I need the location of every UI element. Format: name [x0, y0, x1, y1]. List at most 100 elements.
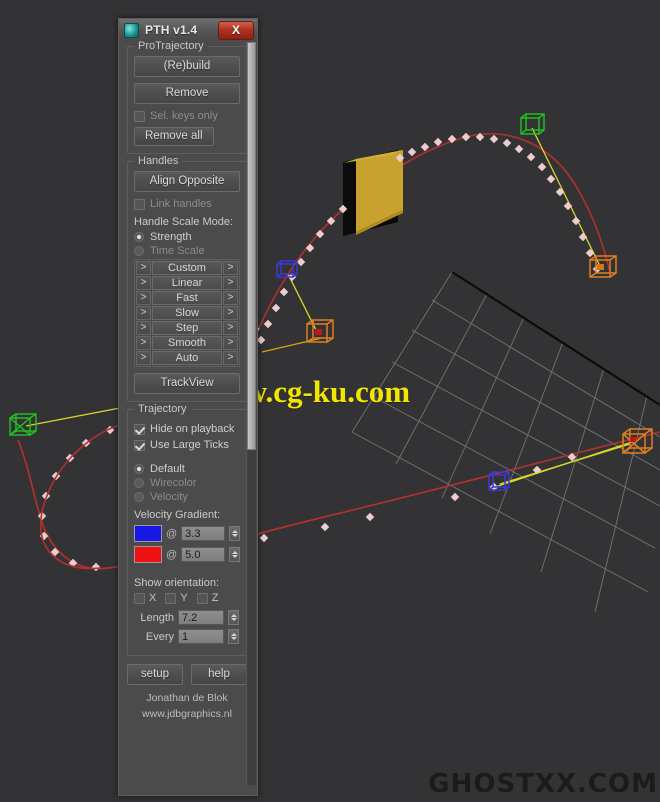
- watermark-bottom: GHOSTXX.COM: [428, 769, 658, 799]
- velocity-gradient-label: Velocity Gradient:: [134, 509, 221, 521]
- handle-line-lower-right: [497, 441, 633, 487]
- preset-left-arrow-icon[interactable]: >: [136, 291, 151, 305]
- align-opposite-button[interactable]: Align Opposite: [134, 171, 240, 192]
- handle-center-marker-left: [315, 329, 322, 335]
- pth-dialog-window: PTH v1.4 X ProTrajectory (Re)build Remov…: [118, 18, 258, 796]
- preset-left-arrow-icon[interactable]: >: [136, 276, 151, 290]
- orientation-axes-row: X Y Z: [134, 592, 240, 604]
- axis-y-checkbox[interactable]: [165, 592, 177, 604]
- handle-line-left: [261, 337, 323, 353]
- preset-right-arrow-icon[interactable]: >: [223, 306, 238, 320]
- preset-custom[interactable]: Custom: [152, 261, 222, 275]
- preset-auto[interactable]: Auto: [152, 351, 222, 365]
- trackview-button[interactable]: TrackView: [134, 373, 240, 394]
- color-mode-velocity-radio[interactable]: [134, 492, 144, 502]
- preset-linear[interactable]: Linear: [152, 276, 222, 290]
- trajectory-lower: [17, 431, 660, 570]
- remove-button[interactable]: Remove: [134, 83, 240, 104]
- preset-right-arrow-icon[interactable]: >: [223, 261, 238, 275]
- author-website[interactable]: www.jdbgraphics.nl: [127, 707, 247, 721]
- axis-x-label: X: [149, 592, 157, 604]
- handle-box-blue: [276, 260, 298, 278]
- handle-center-marker-right: [597, 264, 604, 270]
- sel-keys-only-checkbox[interactable]: [134, 110, 145, 122]
- preset-right-arrow-icon[interactable]: >: [223, 291, 238, 305]
- preset-left-arrow-icon[interactable]: >: [136, 261, 151, 275]
- preset-row: > Auto >: [136, 351, 238, 365]
- remove-all-button[interactable]: Remove all: [134, 127, 214, 146]
- rebuild-button[interactable]: (Re)build: [134, 56, 240, 77]
- every-input[interactable]: 1: [178, 629, 224, 644]
- protrajectory-group-label: ProTrajectory: [134, 40, 208, 52]
- footer-buttons: setup help: [127, 664, 247, 685]
- every-row: Every 1: [134, 629, 240, 644]
- trajectory-loop: [39, 423, 123, 570]
- preset-step[interactable]: Step: [152, 321, 222, 335]
- handle-scale-mode-label: Handle Scale Mode:: [134, 216, 234, 228]
- preset-right-arrow-icon[interactable]: >: [223, 351, 238, 365]
- color-mode-default-row[interactable]: Default: [134, 463, 240, 475]
- preset-left-arrow-icon[interactable]: >: [136, 306, 151, 320]
- scale-mode-timescale-radio[interactable]: [134, 246, 144, 256]
- gradient-value-input-2[interactable]: 5.0: [181, 547, 225, 562]
- link-handles-checkbox[interactable]: [134, 198, 145, 210]
- scale-mode-strength-radio[interactable]: [134, 232, 144, 242]
- use-large-ticks-checkbox[interactable]: [134, 439, 145, 451]
- gradient-spinner-1[interactable]: [229, 526, 240, 541]
- curve-preset-grid: > Custom > > Linear > > Fast > > Slow > …: [134, 259, 240, 367]
- preset-fast[interactable]: Fast: [152, 291, 222, 305]
- gold-box-object: [343, 150, 403, 236]
- color-mode-wirecolor-label: Wirecolor: [150, 477, 197, 489]
- preset-right-arrow-icon[interactable]: >: [223, 321, 238, 335]
- 3d-viewport[interactable]: www.cg-ku.com GHOSTXX.COM: [0, 0, 660, 802]
- scale-mode-timescale-row[interactable]: Time Scale: [134, 245, 240, 257]
- every-spinner[interactable]: [228, 629, 239, 644]
- use-large-ticks-row[interactable]: Use Large Ticks: [134, 439, 240, 451]
- grid-axis-line: [451, 271, 660, 406]
- gradient-stop-row-2: @ 5.0: [134, 546, 240, 563]
- gradient-spinner-2[interactable]: [229, 547, 240, 562]
- axis-z-checkbox[interactable]: [196, 592, 208, 604]
- preset-left-arrow-icon[interactable]: >: [136, 351, 151, 365]
- gradient-color-swatch-blue[interactable]: [134, 525, 162, 542]
- protrajectory-group: ProTrajectory (Re)build Remove Sel. keys…: [127, 40, 247, 154]
- handle-box-blue-lower: [488, 471, 510, 491]
- preset-row: > Linear >: [136, 276, 238, 290]
- length-input[interactable]: 7.2: [178, 610, 224, 625]
- handle-box-green: [520, 113, 545, 135]
- color-mode-velocity-row[interactable]: Velocity: [134, 491, 240, 503]
- gradient-color-swatch-red[interactable]: [134, 546, 162, 563]
- scrollbar-thumb[interactable]: [247, 42, 256, 450]
- length-label: Length: [140, 611, 174, 624]
- link-handles-label: Link handles: [150, 198, 212, 210]
- preset-left-arrow-icon[interactable]: >: [136, 336, 151, 350]
- sel-keys-only-row[interactable]: Sel. keys only: [134, 110, 240, 122]
- close-icon[interactable]: X: [218, 20, 254, 40]
- color-mode-default-label: Default: [150, 463, 185, 475]
- axis-x-checkbox[interactable]: [134, 592, 145, 604]
- color-mode-wirecolor-row[interactable]: Wirecolor: [134, 477, 240, 489]
- link-handles-row[interactable]: Link handles: [134, 198, 240, 210]
- trajectory-group: Trajectory Hide on playback Use Large Ti…: [127, 403, 247, 656]
- author-name: Jonathan de Blok: [146, 692, 228, 704]
- preset-slow[interactable]: Slow: [152, 306, 222, 320]
- preset-left-arrow-icon[interactable]: >: [136, 321, 151, 335]
- sel-keys-only-label: Sel. keys only: [150, 110, 218, 122]
- setup-button[interactable]: setup: [127, 664, 183, 685]
- dialog-scrollbar[interactable]: [246, 42, 256, 785]
- dialog-titlebar[interactable]: PTH v1.4 X: [119, 19, 257, 42]
- help-button[interactable]: help: [191, 664, 247, 685]
- preset-right-arrow-icon[interactable]: >: [223, 336, 238, 350]
- trajectory-group-label: Trajectory: [134, 403, 191, 415]
- scale-mode-strength-row[interactable]: Strength: [134, 231, 240, 243]
- hide-on-playback-row[interactable]: Hide on playback: [134, 423, 240, 435]
- hide-on-playback-checkbox[interactable]: [134, 423, 145, 435]
- preset-row: > Smooth >: [136, 336, 238, 350]
- color-mode-default-radio[interactable]: [134, 464, 144, 474]
- preset-smooth[interactable]: Smooth: [152, 336, 222, 350]
- handle-center-marker-lower: [630, 437, 636, 442]
- color-mode-wirecolor-radio[interactable]: [134, 478, 144, 488]
- length-spinner[interactable]: [228, 610, 239, 625]
- preset-right-arrow-icon[interactable]: >: [223, 276, 238, 290]
- gradient-value-input-1[interactable]: 3.3: [181, 526, 225, 541]
